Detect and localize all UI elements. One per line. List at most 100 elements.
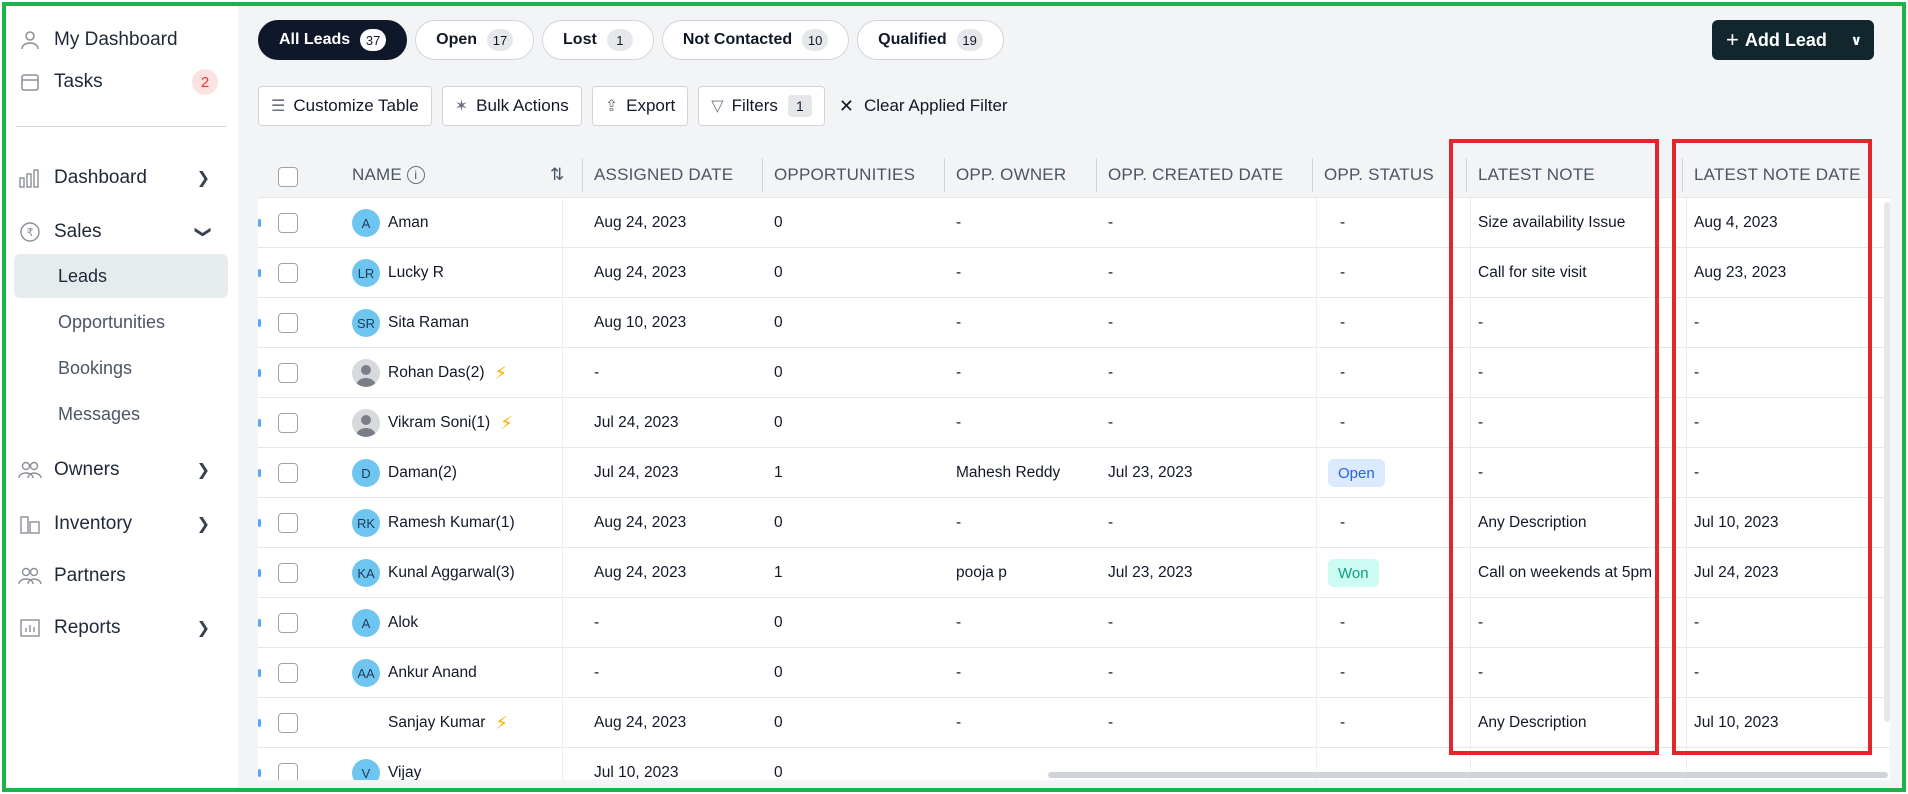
cell-name[interactable]: LR Lucky R <box>352 248 582 298</box>
lightning-icon: ⚡ <box>500 412 513 433</box>
row-checkbox[interactable] <box>278 513 298 533</box>
cell-latest-note: - <box>1478 614 1484 631</box>
table-header: NAME i ⇅ ASSIGNED DATE OPPORTUNITIES OPP… <box>258 152 1890 198</box>
cell-name[interactable]: A Aman <box>352 198 582 248</box>
clear-filter-button[interactable]: ✕ Clear Applied Filter <box>839 96 1008 117</box>
cell-opportunities: 0 <box>774 314 783 331</box>
add-lead-button[interactable]: + Add Lead ∨ <box>1712 20 1874 60</box>
cell-name[interactable]: D Daman(2) <box>352 448 582 498</box>
sidebar-item-label: Sales <box>54 221 102 242</box>
tab-qualified[interactable]: Qualified 19 <box>857 20 1004 60</box>
cell-assigned-date: Jul 24, 2023 <box>594 464 679 481</box>
export-button[interactable]: ⇪ Export <box>591 86 689 126</box>
cell-name[interactable]: Sanjay Kumar ⚡ <box>352 698 582 748</box>
column-divider <box>1316 198 1317 780</box>
cell-name[interactable]: AA Ankur Anand <box>352 648 582 698</box>
table-row[interactable]: A Aman Aug 24, 2023 0 - - - Size availability I… <box>258 198 1890 248</box>
row-checkbox[interactable] <box>278 213 298 233</box>
row-checkbox[interactable] <box>278 313 298 333</box>
col-header-latest-note-date[interactable]: LATEST NOTE DATE <box>1682 152 1861 198</box>
row-checkbox[interactable] <box>278 413 298 433</box>
bar-chart-icon <box>16 166 44 190</box>
lead-name[interactable]: Aman <box>388 214 429 232</box>
table-row[interactable]: LR Lucky R Aug 24, 2023 0 - - - Call for site v… <box>258 248 1890 298</box>
status-badge: Won <box>1328 559 1379 587</box>
sidebar-item-inventory[interactable]: Inventory ❯ <box>6 502 226 546</box>
plus-icon: + <box>1726 27 1739 52</box>
lead-name[interactable]: Kunal Aggarwal(3) <box>388 564 515 582</box>
tab-not-contacted[interactable]: Not Contacted 10 <box>661 20 850 60</box>
cell-name[interactable]: RK Ramesh Kumar(1) <box>352 498 582 548</box>
col-header-assigned-date[interactable]: ASSIGNED DATE <box>581 152 733 198</box>
lead-name[interactable]: Ankur Anand <box>388 664 477 682</box>
col-header-opportunities[interactable]: OPPORTUNITIES <box>761 152 915 198</box>
button-label: Export <box>626 96 676 115</box>
tasks-count-badge: 2 <box>192 69 218 95</box>
col-header-opp-status[interactable]: OPP. STATUS <box>1312 152 1434 198</box>
table-row[interactable]: AA Ankur Anand - 0 - - - - - <box>258 648 1890 698</box>
cell-name[interactable]: V Vijay <box>352 748 582 780</box>
sidebar-item-owners[interactable]: Owners ❯ <box>6 448 226 492</box>
row-checkbox[interactable] <box>278 563 298 583</box>
sidebar-item-reports[interactable]: Reports ❯ <box>6 606 226 650</box>
table-row[interactable]: Rohan Das(2) ⚡ - 0 - - - - - <box>258 348 1890 398</box>
row-edge-indicator <box>258 219 261 227</box>
col-header-latest-note[interactable]: LATEST NOTE <box>1466 152 1595 198</box>
horizontal-scrollbar[interactable] <box>1048 772 1888 778</box>
chevron-down-icon[interactable]: ∨ <box>1851 32 1862 49</box>
cell-name[interactable]: Rohan Das(2) ⚡ <box>352 348 582 398</box>
lead-name[interactable]: Rohan Das(2) <box>388 364 485 382</box>
tab-count: 1 <box>606 29 633 51</box>
row-checkbox[interactable] <box>278 763 298 780</box>
customize-table-button[interactable]: ☰ Customize Table <box>258 86 432 126</box>
tab-all-leads[interactable]: All Leads 37 <box>258 20 408 60</box>
filters-button[interactable]: ▽ Filters 1 <box>698 86 825 126</box>
lead-name[interactable]: Lucky R <box>388 264 444 282</box>
lead-name[interactable]: Daman(2) <box>388 464 457 482</box>
tab-open[interactable]: Open 17 <box>415 20 535 60</box>
lead-name[interactable]: Vikram Soni(1) <box>388 414 490 432</box>
row-checkbox[interactable] <box>278 463 298 483</box>
lead-name[interactable]: Sanjay Kumar <box>388 714 485 732</box>
row-checkbox[interactable] <box>278 363 298 383</box>
lead-name[interactable]: Alok <box>388 614 418 632</box>
table-row[interactable]: Sanjay Kumar ⚡ Aug 24, 2023 0 - - - Any Descrip… <box>258 698 1890 748</box>
vertical-scrollbar[interactable] <box>1884 202 1890 722</box>
chevron-right-icon: ❯ <box>196 170 210 187</box>
sidebar-item-my-dashboard[interactable]: My Dashboard <box>6 20 226 60</box>
table-row[interactable]: A Alok - 0 - - - - - <box>258 598 1890 648</box>
lead-name[interactable]: Vijay <box>388 764 421 780</box>
sidebar-subitem-opportunities[interactable]: Opportunities <box>14 300 228 344</box>
col-header-opp-created-date[interactable]: OPP. CREATED DATE <box>1095 152 1283 198</box>
sort-icon[interactable]: ⇅ <box>550 152 564 198</box>
cell-name[interactable]: SR Sita Raman <box>352 298 582 348</box>
row-checkbox[interactable] <box>278 713 298 733</box>
table-row[interactable]: KA Kunal Aggarwal(3) Aug 24, 2023 1 pooja p J… <box>258 548 1890 598</box>
cell-name[interactable]: A Alok <box>352 598 582 648</box>
row-checkbox[interactable] <box>278 263 298 283</box>
sidebar-item-dashboard[interactable]: Dashboard ❯ <box>6 156 226 200</box>
col-header-opp-owner[interactable]: OPP. OWNER <box>943 152 1066 198</box>
sidebar-subitem-bookings[interactable]: Bookings <box>14 346 228 390</box>
row-checkbox[interactable] <box>278 663 298 683</box>
row-edge-indicator <box>258 719 261 727</box>
tab-lost[interactable]: Lost 1 <box>542 20 654 60</box>
lead-name[interactable]: Ramesh Kumar(1) <box>388 514 515 532</box>
sidebar-item-tasks[interactable]: Tasks 2 <box>6 62 226 102</box>
select-all-checkbox[interactable] <box>278 167 298 187</box>
table-row[interactable]: RK Ramesh Kumar(1) Aug 24, 2023 0 - - - Any Des… <box>258 498 1890 548</box>
sidebar-item-sales[interactable]: ₹ Sales ❯ <box>6 210 226 254</box>
bulk-actions-button[interactable]: ✶ Bulk Actions <box>441 86 582 126</box>
lead-name[interactable]: Sita Raman <box>388 314 469 332</box>
avatar <box>352 709 380 737</box>
sidebar-subitem-leads[interactable]: Leads <box>14 254 228 298</box>
cell-name[interactable]: KA Kunal Aggarwal(3) <box>352 548 582 598</box>
sidebar-item-partners[interactable]: Partners <box>6 554 226 598</box>
col-header-name[interactable]: NAME i <box>352 152 425 198</box>
sidebar-subitem-messages[interactable]: Messages <box>14 392 228 436</box>
cell-name[interactable]: Vikram Soni(1) ⚡ <box>352 398 582 448</box>
table-row[interactable]: D Daman(2) Jul 24, 2023 1 Mahesh Reddy Jul 23… <box>258 448 1890 498</box>
table-row[interactable]: SR Sita Raman Aug 10, 2023 0 - - - - - <box>258 298 1890 348</box>
row-checkbox[interactable] <box>278 613 298 633</box>
table-row[interactable]: Vikram Soni(1) ⚡ Jul 24, 2023 0 - - - - - <box>258 398 1890 448</box>
